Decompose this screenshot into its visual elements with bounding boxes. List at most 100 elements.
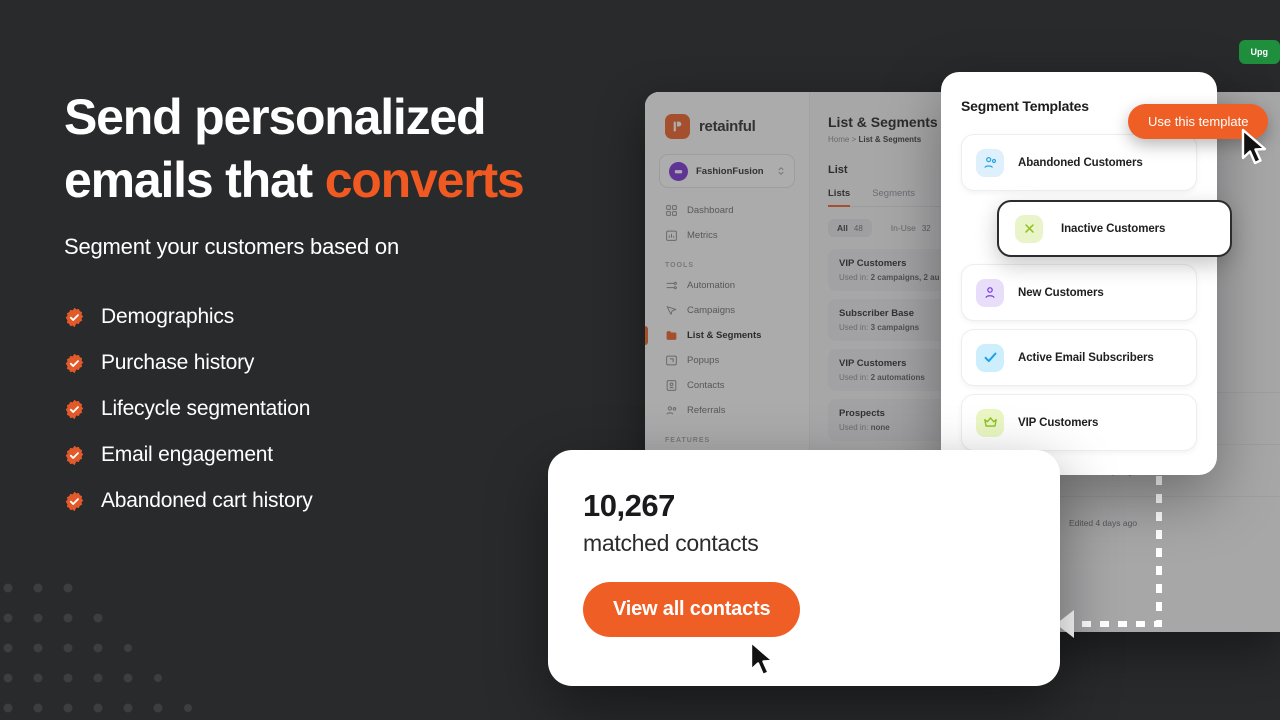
list-item-label: Lifecycle segmentation	[101, 397, 311, 420]
list-meta-value: 3 campaigns	[870, 323, 920, 332]
sidebar-item-metrics[interactable]: Metrics	[645, 223, 809, 248]
sidebar-item-popups[interactable]: Popups	[645, 348, 809, 373]
sidebar-item-referrals[interactable]: Referrals	[645, 398, 809, 423]
tab-lists[interactable]: Lists	[828, 188, 851, 207]
crown-icon	[976, 408, 1004, 437]
breadcrumb-home[interactable]: Home	[828, 135, 849, 144]
breadcrumb-separator: >	[851, 135, 857, 144]
feature-list: Demographics Purchase history Lifecycle …	[64, 294, 624, 524]
sidebar-item-label: Contacts	[687, 380, 725, 391]
promo-screenshot: Send personalized emails that converts S…	[0, 0, 1280, 720]
list-item-label: Email engagement	[101, 443, 273, 466]
filter-chip-all[interactable]: All 48	[828, 219, 872, 237]
list-item: Purchase history	[64, 340, 624, 386]
sidebar-item-list-and-segments[interactable]: List & Segments	[645, 323, 809, 348]
filter-chip-count: 48	[853, 223, 863, 233]
metrics-icon	[666, 230, 677, 241]
list-item: Demographics	[64, 294, 624, 340]
referrals-icon	[666, 406, 677, 415]
retainful-logo-icon	[665, 114, 690, 139]
sidebar-item-campaigns[interactable]: Campaigns	[645, 298, 809, 323]
template-card-active-email-subscribers[interactable]: Active Email Subscribers	[961, 329, 1197, 386]
sidebar-section-tools: TOOLS	[665, 262, 694, 269]
sidebar-item-label: Referrals	[687, 405, 726, 416]
breadcrumb-current: List & Segments	[858, 135, 922, 144]
check-seal-icon	[65, 353, 84, 373]
table-row: Edited 4 days ago	[1051, 496, 1280, 548]
list-meta-prefix: Used in:	[839, 323, 869, 332]
sidebar-section-features: FEATURES	[665, 437, 711, 444]
list-item: Abandoned cart history	[64, 478, 624, 524]
contacts-icon	[666, 380, 677, 391]
dashboard-icon	[666, 205, 677, 216]
chevron-updown-icon[interactable]	[777, 165, 785, 177]
template-label: New Customers	[1018, 286, 1104, 299]
check-icon	[976, 343, 1004, 372]
crown-glyph	[983, 417, 997, 427]
template-label: Abandoned Customers	[1018, 156, 1143, 169]
template-card-vip-customers[interactable]: VIP Customers	[961, 394, 1197, 451]
subheadline: Segment your customers based on	[64, 234, 399, 259]
x-glyph	[1024, 224, 1034, 233]
store-name-label: FashionFusion	[696, 165, 764, 177]
upgrade-button[interactable]: Upg	[1238, 40, 1280, 64]
campaigns-icon	[666, 306, 677, 315]
view-all-contacts-button[interactable]: View all contacts	[583, 582, 801, 637]
automation-icon	[666, 281, 677, 290]
brand-name: retainful	[699, 118, 756, 135]
list-meta-value: 2 automations	[870, 373, 925, 382]
sidebar-item-label: Metrics	[687, 230, 718, 241]
template-card-new-customers[interactable]: New Customers	[961, 264, 1197, 321]
list-item-label: Purchase history	[101, 351, 255, 374]
headline-line-2-plain: emails that	[64, 152, 325, 208]
list-meta-prefix: Used in:	[839, 423, 869, 432]
check-seal-icon	[65, 491, 84, 511]
marketing-copy-column: Send personalized emails that converts S…	[64, 86, 624, 524]
person-glyph	[985, 286, 995, 298]
filter-chip-label: All	[837, 223, 848, 233]
people-group-glyph	[984, 156, 997, 168]
page-title: Send personalized emails that converts	[64, 86, 624, 212]
headline-accent-word: converts	[324, 152, 525, 208]
person-icon	[976, 278, 1004, 307]
filter-chip-label: In-Use	[890, 223, 916, 233]
filter-chip-count: 32	[921, 223, 931, 233]
list-meta-prefix: Used in:	[839, 273, 869, 282]
use-this-template-button[interactable]: Use this template	[1128, 104, 1269, 139]
sidebar-item-label: List & Segments	[687, 330, 762, 341]
x-close-icon	[1015, 214, 1043, 243]
people-group-icon	[976, 148, 1004, 177]
dot-grid-decoration	[3, 583, 192, 713]
list-meta-prefix: Used in:	[839, 373, 869, 382]
store-glyph	[674, 169, 683, 173]
sidebar-item-contacts[interactable]: Contacts	[645, 373, 809, 398]
list-item-label: Abandoned cart history	[101, 489, 313, 512]
tab-segments[interactable]: Segments	[872, 188, 915, 206]
sidebar-item-label: Campaigns	[687, 305, 736, 316]
template-label: VIP Customers	[1018, 416, 1099, 429]
matched-contacts-card: 10,267 matched contacts View all contact…	[548, 450, 1060, 686]
sidebar-item-automation[interactable]: Automation	[645, 273, 809, 298]
check-seal-icon	[65, 307, 84, 327]
headline-line-1: Send personalized	[64, 89, 487, 145]
brand-logo: retainful	[645, 114, 809, 139]
list-item: Lifecycle segmentation	[64, 386, 624, 432]
template-card-inactive-customers-selected[interactable]: Inactive Customers	[997, 200, 1232, 257]
list-meta-value: none	[870, 423, 890, 432]
filter-chip-in-use[interactable]: In-Use 32	[882, 219, 940, 237]
store-switcher[interactable]: FashionFusion	[659, 154, 795, 188]
template-list: Abandoned Customers New Customers Active	[961, 134, 1197, 451]
matched-contacts-count: 10,267	[583, 488, 675, 523]
list-item: Email engagement	[64, 432, 624, 478]
store-avatar-icon	[669, 161, 688, 181]
matched-contacts-caption: matched contacts	[583, 530, 759, 556]
sidebar-item-label: Automation	[687, 280, 736, 291]
logo-glyph	[673, 121, 682, 132]
sidebar-item-label: Dashboard	[687, 205, 734, 216]
list-segments-icon	[666, 331, 677, 340]
check-seal-icon	[65, 445, 84, 465]
sidebar-item-label: Popups	[687, 355, 720, 366]
list-meta-value: 2 campaigns, 2 au	[870, 273, 940, 282]
sidebar-item-dashboard[interactable]: Dashboard	[645, 198, 809, 223]
template-card-abandoned-customers[interactable]: Abandoned Customers	[961, 134, 1197, 191]
